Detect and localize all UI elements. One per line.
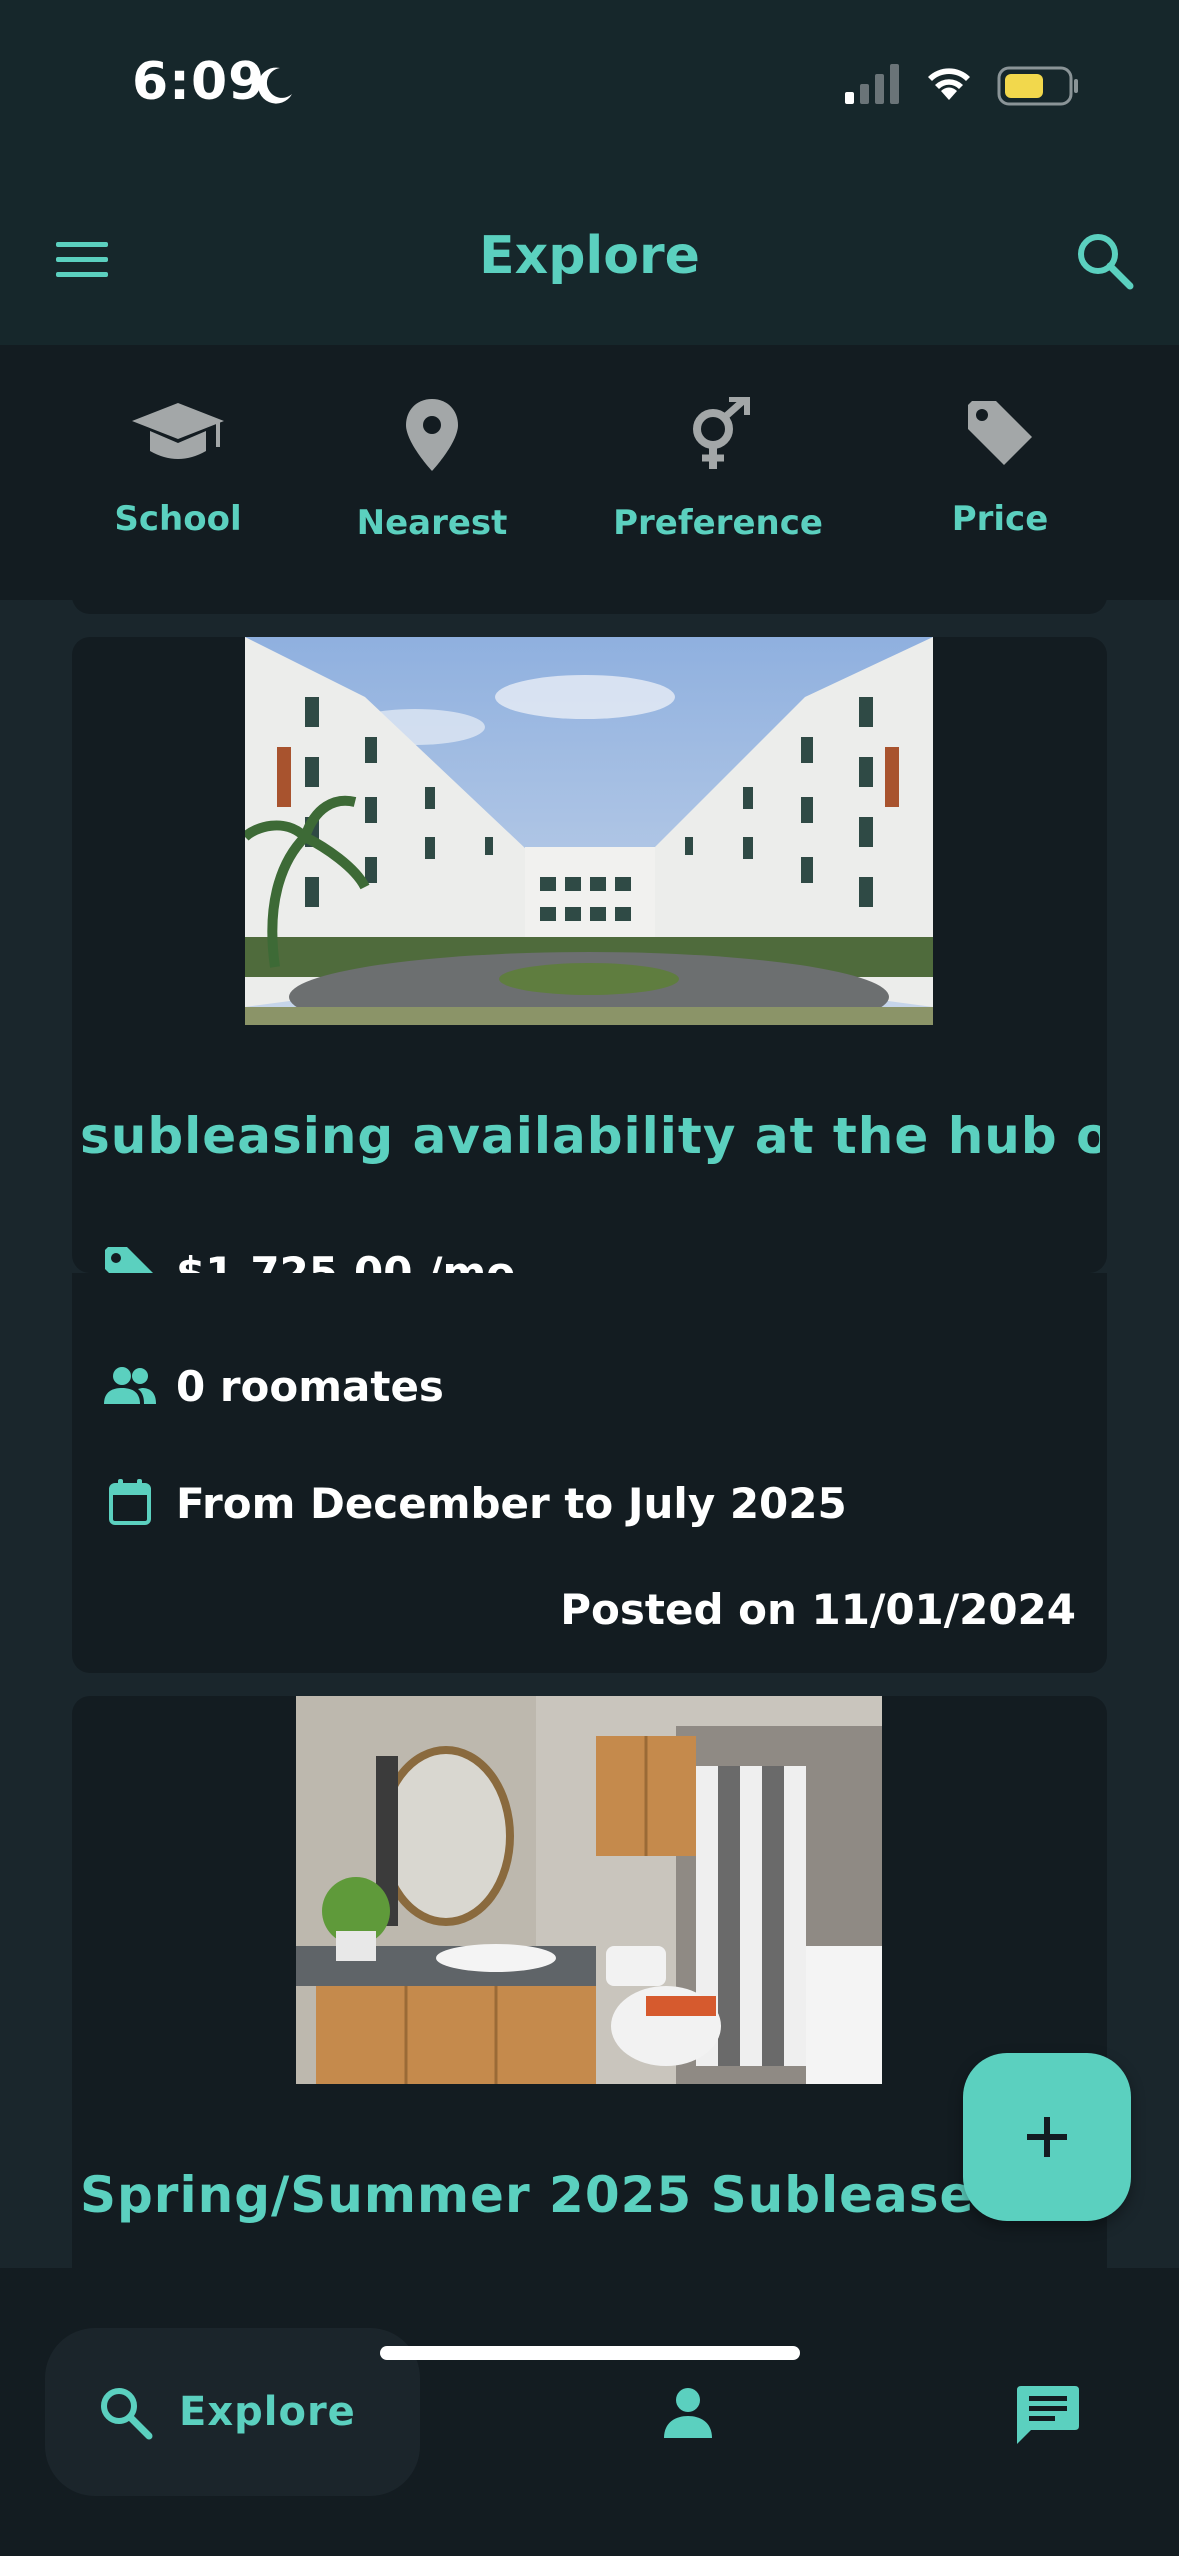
listing-photo-apartment-courtyard[interactable] — [245, 637, 933, 1025]
listing-feed[interactable]: subleasing availability at the hub on $1… — [0, 600, 1179, 2268]
people-icon — [104, 1367, 156, 1404]
listing-dates-row: From December to July 2025 — [102, 1473, 847, 1533]
filter-school-label: School — [114, 499, 242, 539]
bottom-nav: Explore — [0, 2268, 1179, 2556]
listing-roommates-row: 0 roomates — [102, 1356, 444, 1416]
filter-price[interactable]: Price — [870, 397, 1130, 577]
filter-nearest-label: Nearest — [356, 503, 508, 543]
gender-icon — [693, 397, 750, 469]
listing-roommates: 0 roomates — [176, 1361, 444, 1411]
filter-school[interactable]: School — [48, 397, 308, 577]
listing-price: $1,725.00 /mo — [176, 1247, 516, 1274]
search-icon[interactable] — [1072, 228, 1136, 292]
nav-explore-label: Explore — [179, 2389, 356, 2435]
filter-nearest[interactable]: Nearest — [302, 397, 562, 577]
plus-icon — [1027, 2117, 1067, 2157]
filter-preference[interactable]: Preference — [588, 397, 848, 577]
location-pin-icon — [406, 399, 458, 471]
listing-title[interactable]: Spring/Summer 2025 Sublease S... — [80, 2166, 1100, 2224]
add-listing-button[interactable] — [963, 2053, 1131, 2221]
search-icon — [101, 2388, 153, 2440]
listing-title[interactable]: subleasing availability at the hub on — [80, 1107, 1100, 1165]
app-bar: Explore — [0, 180, 1179, 345]
moon-icon — [258, 67, 292, 104]
cellular-signal-icon — [845, 64, 899, 104]
chat-icon[interactable] — [1015, 2384, 1081, 2446]
listing-dates: From December to July 2025 — [176, 1478, 847, 1528]
page-title: Explore — [479, 226, 700, 286]
battery-icon — [997, 66, 1078, 106]
listing-card[interactable]: subleasing availability at the hub on $1… — [72, 637, 1107, 1273]
listing-card[interactable]: Spring/Summer 2025 Sublease S... — [72, 1696, 1107, 2268]
status-time: 6:09 — [132, 52, 266, 112]
price-tag-icon — [968, 401, 1032, 465]
listing-card-previous[interactable] — [72, 600, 1107, 614]
price-tag-icon — [105, 1247, 153, 1273]
profile-icon[interactable] — [660, 2384, 716, 2440]
listing-price-row: $1,725.00 /mo — [102, 1242, 515, 1273]
home-indicator — [380, 2346, 800, 2360]
graduation-cap-icon — [132, 403, 224, 459]
filter-preference-label: Preference — [613, 503, 823, 543]
status-bar: 6:09 — [0, 0, 1179, 180]
filter-price-label: Price — [951, 499, 1049, 539]
wifi-icon — [928, 68, 970, 100]
filter-bar: School Nearest Preference Price — [0, 345, 1179, 600]
nav-explore-tab[interactable]: Explore — [45, 2328, 420, 2496]
listing-photo-bathroom[interactable] — [296, 1696, 882, 2084]
listing-posted-date: Posted on 11/01/2024 — [560, 1585, 1076, 1634]
calendar-icon — [109, 1479, 151, 1525]
